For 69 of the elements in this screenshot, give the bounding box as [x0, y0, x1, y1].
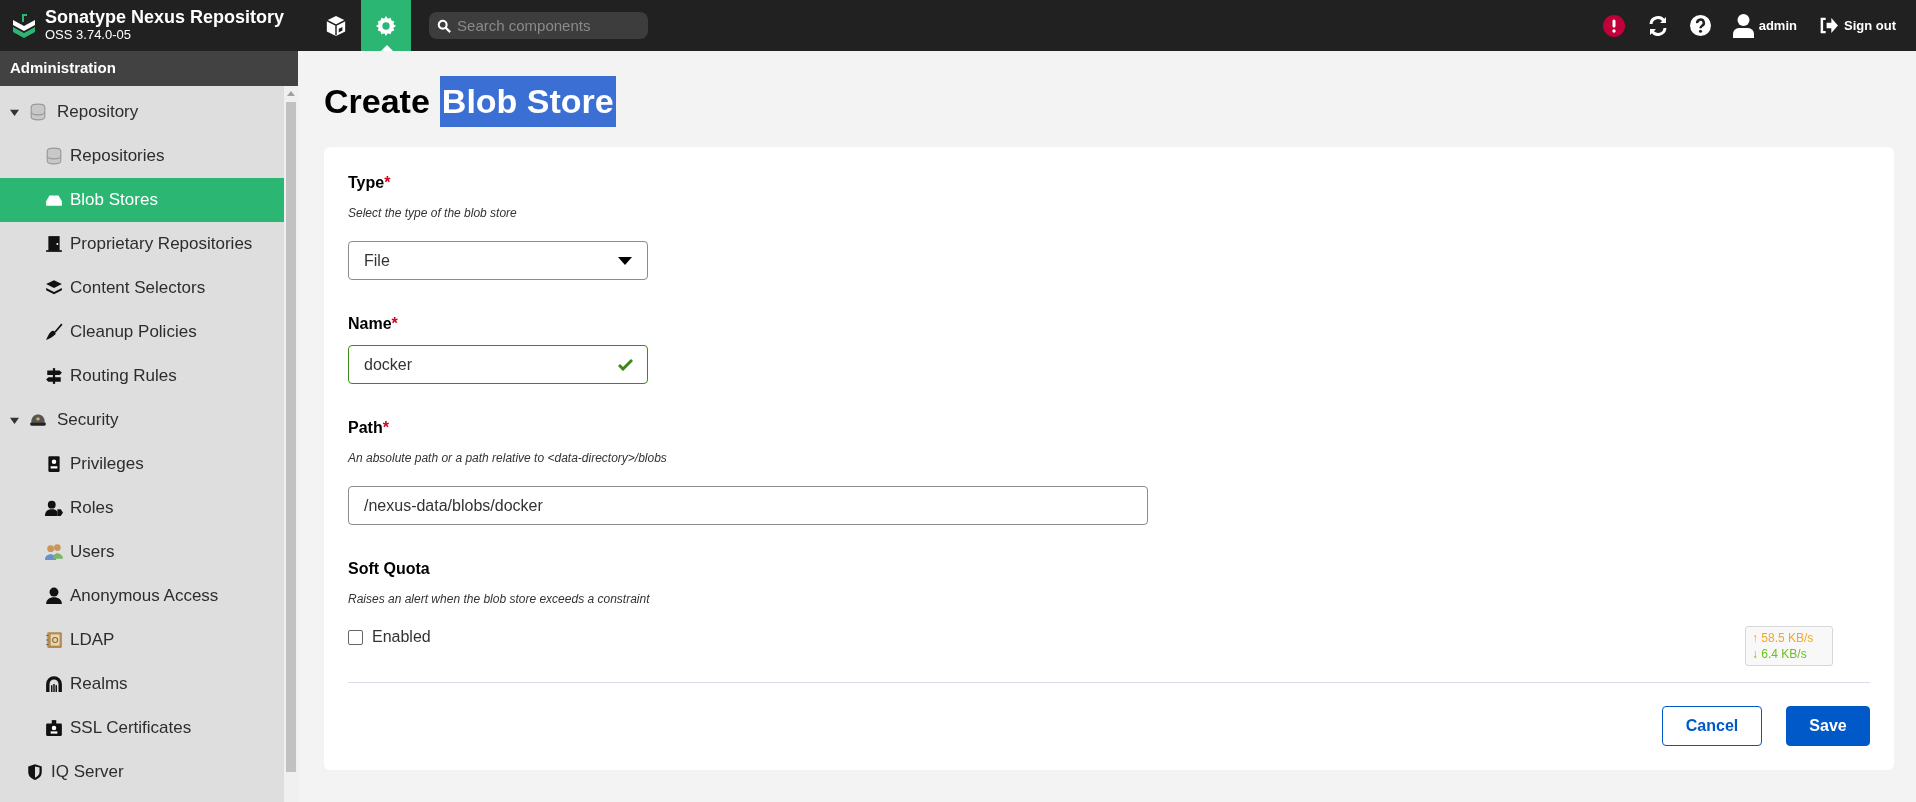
gate-icon	[45, 675, 63, 693]
scrollbar[interactable]	[284, 86, 298, 802]
sidebar-item[interactable]: Routing Rules	[0, 354, 284, 398]
sidebar-item[interactable]: Realms	[0, 662, 284, 706]
user-tag-icon	[45, 499, 63, 517]
version-label: OSS 3.74.0-05	[45, 26, 132, 43]
field-hint: Select the type of the blob store	[348, 205, 518, 221]
text-field[interactable]: /nexus-data/blobs/docker	[348, 486, 1148, 525]
page-title: Create	[324, 80, 430, 122]
help-icon	[1689, 15, 1711, 36]
field-label: Name*	[348, 314, 399, 334]
search-field[interactable]: Search components	[429, 12, 649, 39]
enabled-checkbox[interactable]: Enabled	[348, 627, 431, 647]
sidebar-item[interactable]: LDAP	[0, 618, 284, 662]
brand-title: Sonatype Nexus Repository	[45, 8, 285, 26]
caret-icon[interactable]	[10, 107, 19, 117]
download-speed: ↓ 6.4 KB/s	[1752, 646, 1808, 662]
caret-down-icon	[618, 256, 632, 265]
search-icon	[437, 19, 452, 33]
sign-out-icon	[1819, 17, 1838, 34]
field-label: Path*	[348, 418, 390, 438]
user-menu[interactable]: admin	[1732, 13, 1797, 38]
user-icon	[45, 587, 63, 605]
save-button[interactable]: Save	[1786, 706, 1870, 746]
text-field[interactable]: docker	[348, 345, 648, 384]
signpost-icon	[45, 367, 63, 385]
sidebar-item[interactable]: Repository	[0, 90, 284, 134]
sidebar-item[interactable]: Roles	[0, 486, 284, 530]
sidebar-item[interactable]: SSL Certificates	[0, 706, 284, 750]
sign-out-button[interactable]: Sign out	[1819, 15, 1896, 36]
user-name: admin	[1758, 16, 1797, 35]
field-label: Type*	[348, 173, 392, 193]
upload-speed: ↑ 58.5 KB/s	[1752, 630, 1815, 646]
layers-icon	[45, 279, 63, 297]
sidebar-item[interactable]: Users	[0, 530, 284, 574]
scrollbar-thumb[interactable]	[286, 102, 296, 772]
field-hint: Raises an alert when the blob store exceeds a constraint	[348, 591, 651, 607]
highlighted-title-text: Blob Store	[439, 75, 616, 127]
sidebar-item[interactable]: Anonymous Access	[0, 574, 284, 618]
sidebar-item[interactable]: Privileges	[0, 442, 284, 486]
settings-icon	[375, 14, 398, 37]
sidebar-item[interactable]: IQ Server	[0, 750, 284, 794]
cube-icon	[325, 14, 348, 37]
sidebar-header: Administration	[0, 51, 298, 86]
field-hint: An absolute path or a path relative to <data-directory>/blobs	[348, 450, 668, 466]
sidebar-item[interactable]: Security	[0, 398, 284, 442]
shield-icon	[26, 763, 44, 781]
sidebar-item[interactable]: Proprietary Repositories	[0, 222, 284, 266]
users-icon	[45, 543, 63, 561]
door-icon	[45, 235, 63, 253]
id-card-icon	[45, 719, 63, 737]
brush-icon	[45, 323, 63, 341]
field-label: Soft Quota	[348, 559, 431, 579]
cancel-button[interactable]: Cancel	[1662, 706, 1762, 746]
checkmark-icon	[618, 359, 633, 371]
badge-icon	[45, 455, 63, 473]
user-icon	[1732, 13, 1754, 38]
hat-icon	[29, 411, 47, 429]
alert-icon	[1602, 14, 1625, 37]
caret-icon[interactable]	[10, 415, 19, 425]
sidebar-item[interactable]: Repositories	[0, 134, 284, 178]
logo-icon	[11, 11, 37, 40]
database-icon	[45, 147, 63, 165]
type-dropdown[interactable]: File	[348, 241, 648, 280]
address-book-icon	[45, 631, 63, 649]
sidebar-item[interactable]: Cleanup Policies	[0, 310, 284, 354]
database-icon	[29, 103, 47, 121]
sidebar-item[interactable]: Content Selectors	[0, 266, 284, 310]
help-button[interactable]	[1689, 15, 1711, 36]
